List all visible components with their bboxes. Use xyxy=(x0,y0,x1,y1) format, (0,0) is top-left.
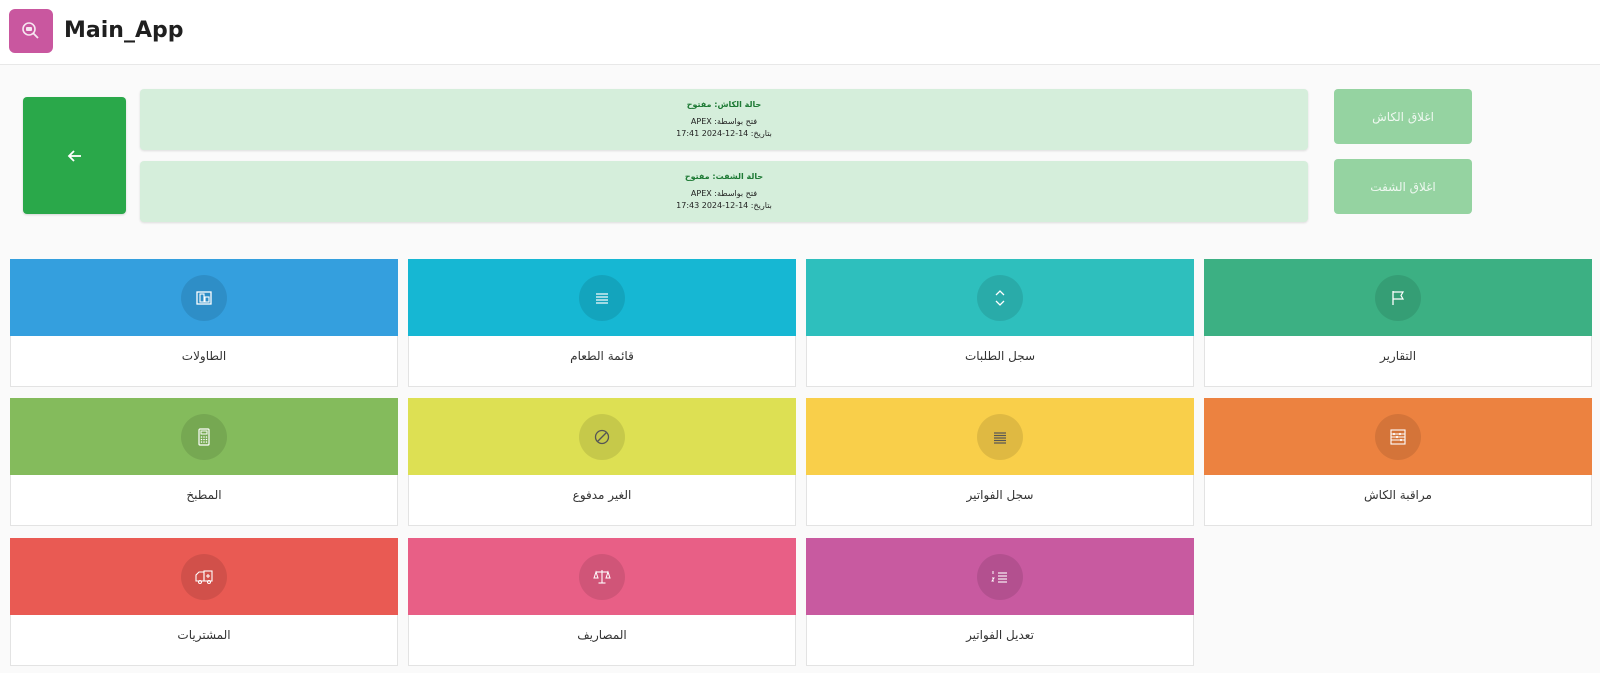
tile-label: الغير مدفوع xyxy=(572,488,632,502)
tile-label: المطبخ xyxy=(186,488,222,502)
sort-icon xyxy=(995,289,1005,306)
tile-purchases[interactable]: المشتريات xyxy=(10,538,398,666)
tile-label: قائمة الطعام xyxy=(570,349,634,363)
cash-opened-date: بتاريخ: 14-12-2024 17:41 xyxy=(676,129,772,138)
tile-label: التقارير xyxy=(1379,349,1417,363)
tile-kitchen[interactable]: المطبخ xyxy=(10,398,398,526)
close-cash-button[interactable]: اغلاق الكاش xyxy=(1334,89,1472,144)
tile-orders-log[interactable]: سجل الطلبات xyxy=(806,259,1194,387)
tile-label: سجل الطلبات xyxy=(964,349,1036,363)
shift-status-card: حالة الشفت: مفتوح فتح بواسطة: APEX بتاري… xyxy=(140,161,1308,222)
shift-status-text: حالة الشفت: مفتوح xyxy=(684,172,764,181)
list-icon xyxy=(596,292,608,304)
tile-label: المشتريات xyxy=(177,628,231,642)
abacus-icon xyxy=(1390,428,1406,445)
tile-invoices-log[interactable]: سجل الفواتير xyxy=(806,398,1194,526)
tile-edit-invoices[interactable]: تعديل الفواتير xyxy=(806,538,1194,666)
tile-label: المصاريف xyxy=(577,628,627,642)
tile-expenses[interactable]: المصاريف xyxy=(408,538,796,666)
tile-unpaid[interactable]: الغير مدفوع xyxy=(408,398,796,526)
cash-status-text: حالة الكاش: مفتوح xyxy=(686,100,762,109)
flag-icon xyxy=(1392,290,1405,305)
tile-label: الطاولات xyxy=(181,349,227,363)
tile-tables[interactable]: الطاولات xyxy=(10,259,398,387)
tile-label: مراقبة الكاش xyxy=(1364,488,1432,502)
arrow-left-icon xyxy=(67,149,81,162)
list-ordered-icon xyxy=(991,570,1007,583)
ambulance-icon xyxy=(195,569,213,584)
search-icon xyxy=(22,22,39,39)
tile-reports[interactable]: التقارير xyxy=(1204,259,1592,387)
tile-label: تعديل الفواتير xyxy=(966,628,1034,642)
calculator-icon xyxy=(198,427,210,446)
shift-opened-date: بتاريخ: 14-12-2024 17:43 xyxy=(676,201,772,210)
tile-label: سجل الفواتير xyxy=(966,488,1034,502)
app-title: Main_App xyxy=(64,18,184,43)
top-bar: Main_App xyxy=(0,0,1600,65)
close-shift-button[interactable]: اغلاق الشفت xyxy=(1334,159,1472,214)
tile-menu[interactable]: قائمة الطعام xyxy=(408,259,796,387)
floor-plan-icon xyxy=(196,290,212,305)
ban-icon xyxy=(594,429,610,444)
align-justify-icon xyxy=(994,431,1006,444)
tile-cash-monitor[interactable]: مراقبة الكاش xyxy=(1204,398,1592,526)
shift-opened-by: فتح بواسطة: APEX xyxy=(690,189,758,198)
app-logo[interactable] xyxy=(9,9,53,53)
cash-status-card: حالة الكاش: مفتوح فتح بواسطة: APEX بتاري… xyxy=(140,89,1308,150)
cash-opened-by: فتح بواسطة: APEX xyxy=(690,117,758,126)
balance-scale-icon xyxy=(593,569,611,584)
back-button[interactable] xyxy=(23,97,126,214)
